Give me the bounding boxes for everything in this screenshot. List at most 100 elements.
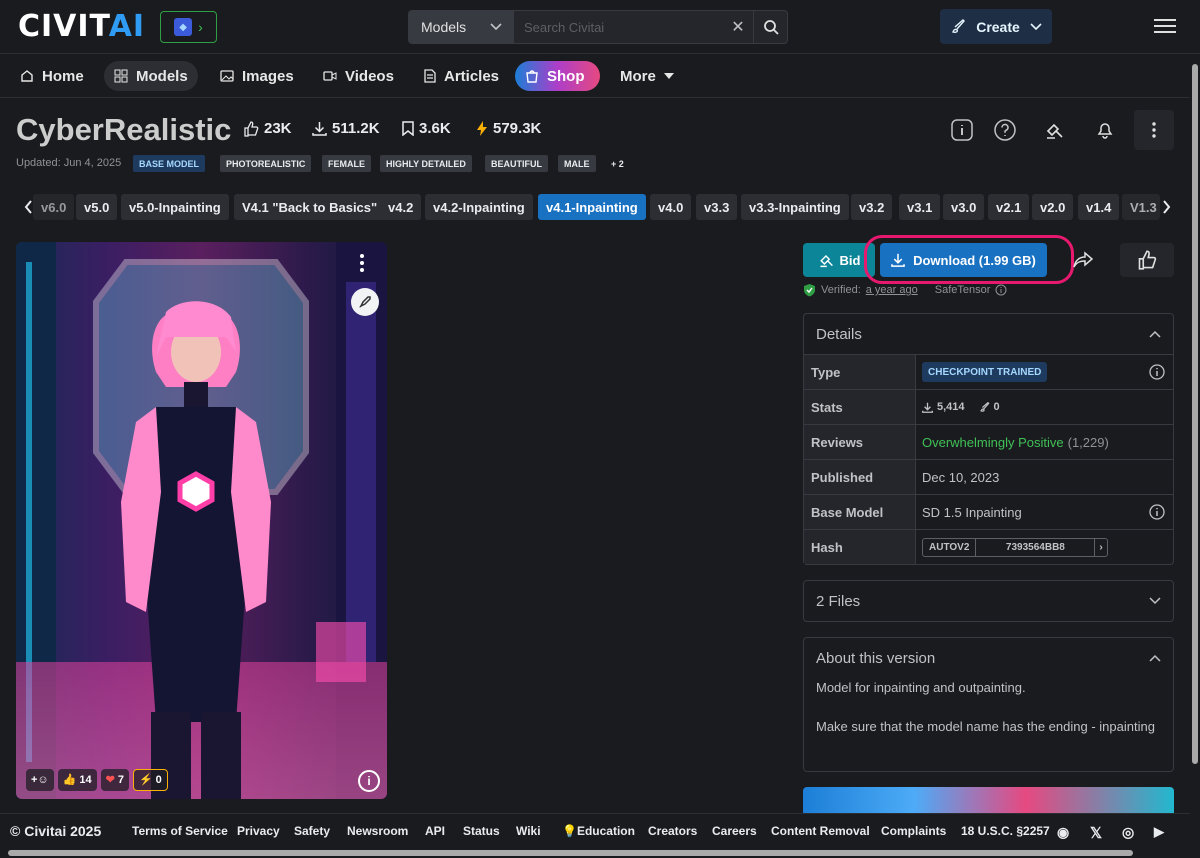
info-icon[interactable] — [1149, 364, 1165, 380]
footer-link[interactable]: 18 U.S.C. §2257 — [961, 824, 1050, 838]
brush-icon — [952, 18, 966, 33]
info-icon[interactable] — [995, 284, 1007, 296]
version-tab[interactable]: v5.0-Inpainting — [121, 194, 229, 220]
hamburger-menu-icon[interactable] — [1154, 16, 1176, 36]
add-reaction-button[interactable]: +☺ — [26, 768, 54, 791]
like-button[interactable] — [1120, 243, 1174, 277]
footer-link[interactable]: Newsroom — [347, 824, 408, 838]
reaction-thumbs[interactable]: 👍 14 — [57, 768, 97, 791]
tag-base-model[interactable]: BASE MODEL — [133, 155, 206, 172]
bid-hammer-button[interactable] — [1042, 118, 1066, 142]
footer-link[interactable]: Wiki — [516, 824, 541, 838]
version-tab[interactable]: v5.0 — [76, 194, 118, 220]
youtube-icon[interactable]: ▶ — [1154, 824, 1164, 840]
details-header[interactable]: Details — [804, 314, 1173, 354]
tag-beautiful[interactable]: BEAUTIFUL — [485, 155, 548, 172]
shopping-bag-icon — [526, 70, 538, 83]
chevron-left-icon[interactable] — [24, 200, 33, 214]
search-button[interactable] — [753, 11, 787, 43]
share-icon — [1073, 251, 1093, 268]
search-input[interactable]: Search Civitai — [514, 11, 723, 43]
footer-link[interactable]: Status — [463, 824, 500, 838]
share-button[interactable] — [1066, 245, 1100, 275]
version-tab[interactable]: v3.3 — [696, 194, 738, 220]
version-tab[interactable]: v4.2-Inpainting — [425, 194, 533, 220]
version-tab[interactable]: V1.3 — [1122, 194, 1160, 220]
version-tab[interactable]: v3.3-Inpainting — [741, 194, 849, 220]
chevron-right-icon: › — [198, 19, 203, 35]
footer-link[interactable]: Complaints — [881, 824, 946, 838]
version-tab-active[interactable]: v4.1-Inpainting — [538, 194, 646, 220]
membership-badge[interactable]: ◆ › — [160, 11, 217, 43]
nav-models[interactable]: Models — [104, 61, 198, 91]
reviews-link[interactable]: Overwhelmingly Positive — [922, 435, 1064, 450]
version-tab[interactable]: v1.4 — [1078, 194, 1120, 220]
version-tab[interactable]: v4.0 — [650, 194, 692, 220]
image-info-icon[interactable]: i — [358, 770, 380, 792]
version-tab[interactable]: v3.0 — [943, 194, 985, 220]
version-tab[interactable]: v3.1 — [899, 194, 941, 220]
create-button[interactable]: Create — [940, 9, 1052, 44]
nav-articles[interactable]: Articles — [414, 61, 509, 91]
version-tab[interactable]: v2.0 — [1032, 194, 1074, 220]
footer-link[interactable]: Creators — [648, 824, 697, 838]
add-emoji-icon: +☺ — [31, 773, 49, 786]
info-button[interactable] — [950, 118, 974, 142]
nav-shop[interactable]: Shop — [515, 61, 600, 91]
footer-link[interactable]: API — [425, 824, 445, 838]
vertical-scrollbar[interactable] — [1190, 54, 1200, 848]
x-twitter-icon[interactable]: 𝕏 — [1090, 824, 1102, 842]
about-header[interactable]: About this version — [804, 638, 1173, 678]
footer-link[interactable]: Privacy — [237, 824, 280, 838]
promo-banner[interactable] — [803, 787, 1174, 813]
verified-date-link[interactable]: a year ago — [866, 284, 918, 296]
notify-button[interactable] — [1093, 118, 1117, 142]
footer-link[interactable]: Content Removal — [771, 824, 870, 838]
version-tab[interactable]: v6.0 — [33, 194, 75, 220]
footer-link-education[interactable]: 💡Education — [562, 824, 635, 838]
more-options-button[interactable] — [1134, 110, 1174, 150]
version-tab[interactable]: V4.1 "Back to Basics" — [234, 194, 386, 220]
hash-box[interactable]: AUTOV2 7393564BB8 › — [922, 537, 1108, 557]
tag-photorealistic[interactable]: PHOTOREALISTIC — [220, 155, 312, 172]
tag-male[interactable]: MALE — [558, 155, 596, 172]
nav-videos[interactable]: Videos — [313, 61, 404, 91]
tag-more[interactable]: + 2 — [605, 155, 630, 172]
chevron-right-icon[interactable]: › — [1094, 538, 1106, 556]
nav-images[interactable]: Images — [210, 61, 304, 91]
reaction-buzz[interactable]: ⚡ 0 — [132, 768, 168, 791]
files-header[interactable]: 2 Files — [804, 581, 1173, 621]
home-icon — [21, 70, 33, 82]
chevron-down-icon — [490, 23, 502, 31]
tag-highly-detailed[interactable]: HIGHLY DETAILED — [380, 155, 472, 172]
detail-row-reviews: Reviews Overwhelmingly Positive (1,229) — [804, 424, 1173, 459]
civitai-logo[interactable]: CIVITAI — [18, 12, 145, 42]
updated-date: Updated: Jun 4, 2025 — [16, 157, 122, 169]
heart-emoji-icon: ❤ — [105, 774, 115, 786]
footer-link[interactable]: Terms of Service — [132, 824, 228, 838]
help-button[interactable] — [993, 118, 1017, 142]
nav-more[interactable]: More — [610, 61, 684, 91]
info-icon[interactable] — [1149, 504, 1165, 520]
nav-home[interactable]: Home — [10, 61, 94, 91]
verified-status: Verified: a year ago SafeTensor — [803, 283, 1007, 297]
footer-link[interactable]: Careers — [712, 824, 757, 838]
reaction-heart[interactable]: ❤ 7 — [100, 768, 129, 791]
instagram-icon[interactable]: ◎ — [1122, 824, 1134, 841]
version-tab[interactable]: v2.1 — [988, 194, 1030, 220]
discord-icon[interactable]: ◉ — [1057, 824, 1069, 841]
image-menu-icon[interactable] — [360, 254, 364, 272]
search-scope-select[interactable]: Models — [409, 11, 514, 43]
rocket-icon — [359, 296, 371, 308]
footer-link[interactable]: Safety — [294, 824, 330, 838]
caret-down-icon — [663, 73, 674, 79]
clear-search-icon[interactable]: ✕ — [723, 11, 753, 43]
horizontal-scrollbar[interactable] — [0, 848, 1190, 858]
version-tab[interactable]: v4.2 — [380, 194, 422, 220]
tag-female[interactable]: FEMALE — [322, 155, 371, 172]
chevron-right-icon[interactable] — [1162, 200, 1171, 214]
model-preview-image[interactable]: i — [16, 242, 387, 799]
thumbs-up-icon — [1138, 250, 1157, 270]
remix-button[interactable] — [351, 288, 379, 316]
version-tab[interactable]: v3.2 — [851, 194, 893, 220]
